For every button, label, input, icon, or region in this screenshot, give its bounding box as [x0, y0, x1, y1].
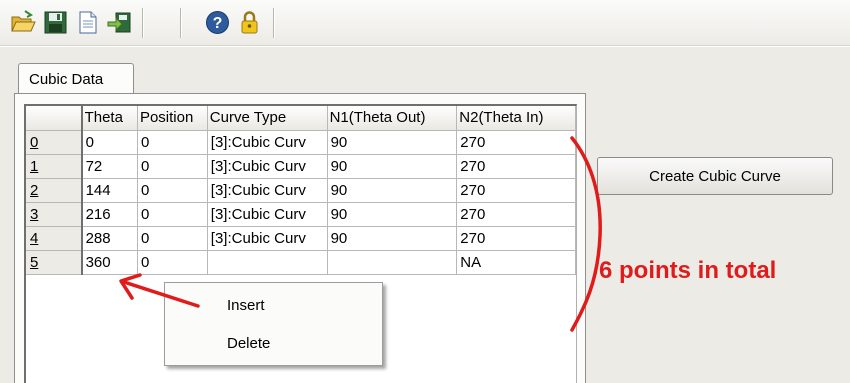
brace-annotation — [570, 136, 602, 332]
arrow-annotation — [122, 280, 200, 308]
annotation-label: 6 points in total — [599, 257, 777, 284]
annotation-overlay — [119, 136, 602, 332]
